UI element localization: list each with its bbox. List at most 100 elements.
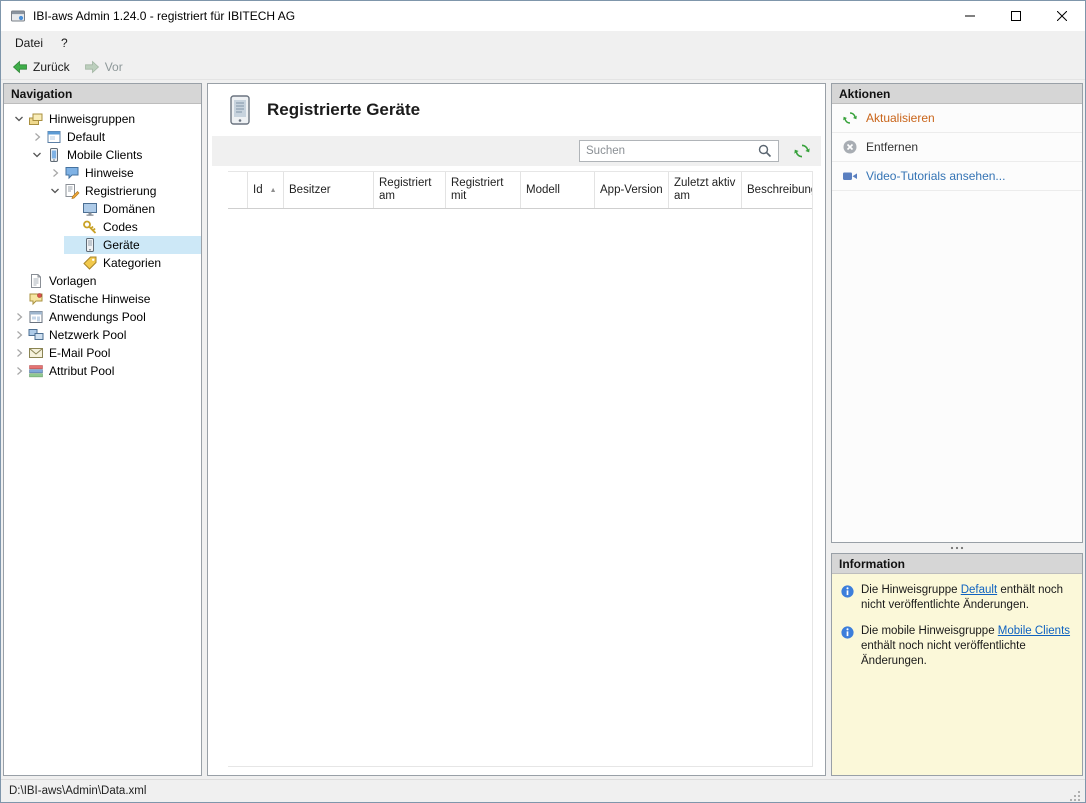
- window-controls: [947, 1, 1085, 31]
- tree-item-label: Hinweisgruppen: [49, 112, 136, 126]
- minimize-button[interactable]: [947, 1, 993, 31]
- domaenen-icon: [82, 201, 98, 217]
- column-zuletzt-aktiv-am[interactable]: Zuletzt aktiv am: [669, 172, 742, 208]
- info-text-prefix: Die mobile Hinweisgruppe: [861, 625, 998, 637]
- information-panel: Information Die Hinweisgruppe Default en…: [831, 553, 1083, 776]
- page-title: Registrierte Geräte: [267, 100, 421, 119]
- remove-icon: [842, 139, 858, 155]
- column-label: Id: [253, 183, 263, 196]
- info-icon: [840, 625, 855, 640]
- tree-item-label: Statische Hinweise: [49, 292, 151, 306]
- mobile-clients-icon: [46, 147, 62, 163]
- tree-item-label: Domänen: [103, 202, 156, 216]
- app-icon: [10, 8, 26, 24]
- tree-item-vorlagen[interactable]: Vorlagen: [10, 272, 201, 290]
- tree-item-mobile-clients[interactable]: Mobile Clients: [28, 146, 201, 164]
- default-group-icon: [46, 129, 62, 145]
- column-label: Modell: [526, 183, 560, 196]
- column-label: Zuletzt aktiv am: [674, 177, 736, 202]
- tree-item-netzwerk-pool[interactable]: Netzwerk Pool: [10, 326, 201, 344]
- forward-button[interactable]: Vor: [80, 57, 127, 77]
- column-besitzer[interactable]: Besitzer: [284, 172, 374, 208]
- tree-item-label: Codes: [103, 220, 138, 234]
- search-input[interactable]: [580, 145, 757, 157]
- table-header: Id ▲ Besitzer Registriert am Registriert …: [228, 171, 812, 209]
- registrierung-icon: [64, 183, 80, 199]
- back-arrow-icon: [12, 59, 28, 75]
- column-id[interactable]: Id ▲: [248, 172, 284, 208]
- close-button[interactable]: [1039, 1, 1085, 31]
- attribut-pool-icon: [28, 363, 44, 379]
- tree-item-hinweise[interactable]: Hinweise: [46, 164, 201, 182]
- tree-item-label: Anwendungs Pool: [49, 310, 146, 324]
- netzwerk-pool-icon: [28, 327, 44, 343]
- chevron-down-icon[interactable]: [28, 147, 46, 163]
- chevron-right-icon[interactable]: [10, 363, 28, 379]
- column-modell[interactable]: Modell: [521, 172, 595, 208]
- tree-item-geraete[interactable]: Geräte: [64, 236, 201, 254]
- tree-item-codes[interactable]: Codes: [64, 218, 201, 236]
- column-beschreibung[interactable]: Beschreibung: [742, 172, 812, 208]
- tree-item-email-pool[interactable]: E-Mail Pool: [10, 344, 201, 362]
- chevron-right-icon[interactable]: [10, 309, 28, 325]
- geraete-icon: [82, 237, 98, 253]
- column-registriert-mit[interactable]: Registriert mit: [446, 172, 521, 208]
- refresh-icon[interactable]: [793, 142, 811, 160]
- action-entfernen[interactable]: Entfernen: [832, 133, 1082, 162]
- back-button[interactable]: Zurück: [8, 57, 74, 77]
- column-registriert-am[interactable]: Registriert am: [374, 172, 446, 208]
- resize-grip[interactable]: [1068, 789, 1081, 802]
- close-icon: [1057, 11, 1067, 21]
- app-window: IBI-aws Admin 1.24.0 - registriert für I…: [0, 0, 1086, 803]
- tree-item-label: Kategorien: [103, 256, 162, 270]
- email-pool-icon: [28, 345, 44, 361]
- actions-filler: [832, 191, 1082, 542]
- video-icon: [842, 168, 858, 184]
- chevron-down-icon[interactable]: [46, 183, 64, 199]
- maximize-button[interactable]: [993, 1, 1039, 31]
- content-area: Navigation Hinweisgruppen Default Mobile…: [1, 80, 1085, 779]
- hinweise-icon: [64, 165, 80, 181]
- window-title: IBI-aws Admin 1.24.0 - registriert für I…: [33, 9, 296, 23]
- info-text-suffix: enthält noch nicht veröffentlichte Änder…: [861, 640, 1026, 667]
- title-bar: IBI-aws Admin 1.24.0 - registriert für I…: [1, 1, 1085, 31]
- tree-item-default[interactable]: Default: [28, 128, 201, 146]
- tree-item-attribut-pool[interactable]: Attribut Pool: [10, 362, 201, 380]
- tree-item-label: Geräte: [103, 238, 140, 252]
- actions-header: Aktionen: [832, 84, 1082, 104]
- search-toolbar: [212, 136, 821, 166]
- forward-label: Vor: [104, 60, 123, 74]
- chevron-down-icon[interactable]: [10, 111, 28, 127]
- panel-splitter[interactable]: [831, 543, 1083, 553]
- tree-item-kategorien[interactable]: Kategorien: [64, 254, 201, 272]
- tree-item-label: Attribut Pool: [49, 364, 115, 378]
- tree-item-hinweisgruppen[interactable]: Hinweisgruppen: [10, 110, 201, 128]
- refresh-icon: [842, 110, 858, 126]
- chevron-right-icon[interactable]: [10, 345, 28, 361]
- column-app-version[interactable]: App-Version: [595, 172, 669, 208]
- maximize-icon: [1011, 11, 1021, 21]
- tree-item-domaenen[interactable]: Domänen: [64, 200, 201, 218]
- action-video-tutorials[interactable]: Video-Tutorials ansehen...: [832, 162, 1082, 191]
- mobile-clients-link[interactable]: Mobile Clients: [998, 625, 1070, 637]
- menu-datei[interactable]: Datei: [6, 32, 52, 54]
- menu-help[interactable]: ?: [52, 32, 77, 54]
- statische-hinweise-icon: [28, 291, 44, 307]
- chevron-right-icon[interactable]: [10, 327, 28, 343]
- column-row-selector[interactable]: [228, 172, 248, 208]
- info-message-mobile-clients: Die mobile Hinweisgruppe Mobile Clients …: [840, 624, 1074, 669]
- tree-item-anwendungs-pool[interactable]: Anwendungs Pool: [10, 308, 201, 326]
- chevron-right-icon[interactable]: [46, 165, 64, 181]
- search-icon[interactable]: [757, 143, 775, 159]
- default-link[interactable]: Default: [961, 584, 997, 596]
- forward-arrow-icon: [84, 59, 100, 75]
- action-aktualisieren[interactable]: Aktualisieren: [832, 104, 1082, 133]
- tree-item-statische-hinweise[interactable]: Statische Hinweise: [10, 290, 201, 308]
- information-body: Die Hinweisgruppe Default enthält noch n…: [832, 574, 1082, 775]
- chevron-right-icon[interactable]: [28, 129, 46, 145]
- tree-item-registrierung[interactable]: Registrierung: [46, 182, 201, 200]
